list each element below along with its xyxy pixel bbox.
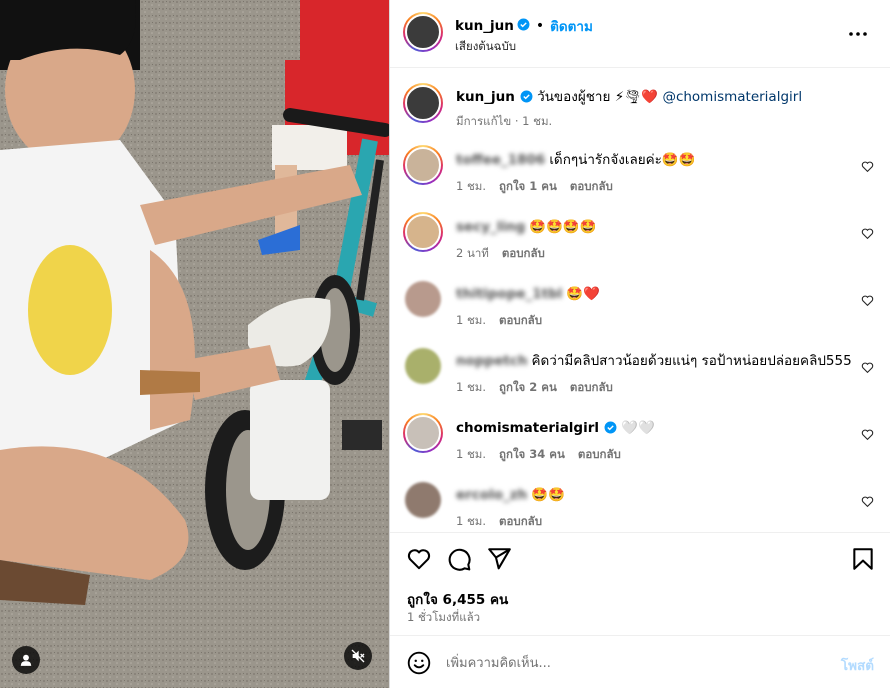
comment-body: 🤩❤️ <box>566 286 601 302</box>
comment-meta: 1 ชม. ตอบกลับ <box>456 312 542 330</box>
original-audio-link[interactable]: เสียงต้นฉบับ <box>455 38 516 56</box>
more-horizontal-icon[interactable] <box>846 22 870 46</box>
speaker-muted-icon[interactable] <box>344 642 372 670</box>
caption-row: kun_jun วันของผู้ชาย ⚡🌪❤️ @chomismateria… <box>390 83 890 138</box>
reply-button[interactable]: ตอบกลับ <box>499 312 542 330</box>
post-header: kun_jun • ติดตาม เสียงต้นฉบับ <box>390 0 890 68</box>
comment-body: 🤩🤩🤩🤩 <box>529 219 597 235</box>
comment-meta: 1 ชม. ถูกใจ 34 คน ตอบกลับ <box>456 446 621 464</box>
comment-likes-link[interactable]: ถูกใจ 34 คน <box>499 446 565 464</box>
author-avatar[interactable] <box>403 83 443 123</box>
commenter-avatar[interactable] <box>405 348 441 384</box>
post-timestamp: 1 ชั่วโมงที่แล้ว <box>407 610 481 624</box>
verified-badge-icon <box>604 421 617 439</box>
caption-meta: มีการแก้ไข · 1 ชม. <box>456 113 552 131</box>
comment-like-heart-icon[interactable] <box>861 493 874 508</box>
comment-likes-link[interactable]: ถูกใจ 1 คน <box>499 178 557 196</box>
author-line: kun_jun • ติดตาม <box>455 15 593 37</box>
comment-row: toffee_1806 เด็กๆน่ารักจังเลยค่ะ🤩🤩 1 ชม. … <box>390 145 890 203</box>
caption-username[interactable]: kun_jun <box>456 89 515 105</box>
heart-icon[interactable] <box>406 546 432 572</box>
comment-composer: โพสต์ <box>390 635 890 688</box>
comment-time: 2 นาที <box>456 246 489 260</box>
comment-meta: 1 ชม. ถูกใจ 1 คน ตอบกลับ <box>456 178 613 196</box>
separator-dot: • <box>535 18 545 34</box>
comment-like-heart-icon[interactable] <box>861 225 874 240</box>
comment-time: 1 ชม. <box>456 514 487 528</box>
follow-button[interactable]: ติดตาม <box>550 15 593 37</box>
comments-list[interactable]: kun_jun วันของผู้ชาย ⚡🌪❤️ @chomismateria… <box>390 69 890 532</box>
reply-button[interactable]: ตอบกลับ <box>570 178 613 196</box>
comment-text: noppetch คิดว่ามีคลิปสาวน้อยด้วยแน่ๆ รอป้… <box>456 352 852 370</box>
author-username[interactable]: kun_jun <box>455 18 514 34</box>
comment-like-heart-icon[interactable] <box>861 158 874 173</box>
caption-body: วันของผู้ชาย ⚡🌪❤️ <box>537 89 659 105</box>
commenter-avatar[interactable] <box>403 413 443 453</box>
comment-time: 1 ชม. <box>456 380 487 394</box>
comment-body: 🤩🤩 <box>531 487 565 503</box>
comment-row: ercolo_zh 🤩🤩 1 ชม. ตอบกลับ <box>390 480 890 532</box>
caption-edited-time: มีการแก้ไข · 1 ชม. <box>456 114 553 128</box>
verified-badge-icon <box>517 18 530 35</box>
commenter-username[interactable]: thitipope_1tbl <box>456 286 562 302</box>
commenter-username[interactable]: secy_ling <box>456 219 525 235</box>
author-avatar[interactable] <box>403 12 443 52</box>
comment-like-heart-icon[interactable] <box>861 292 874 307</box>
comment-row: secy_ling 🤩🤩🤩🤩 2 นาที ตอบกลับ <box>390 212 890 270</box>
comment-text: secy_ling 🤩🤩🤩🤩 <box>456 218 597 236</box>
comment-row: chomismaterialgirl 🤍🤍 1 ชม. ถูกใจ 34 คน … <box>390 413 890 471</box>
comment-icon[interactable] <box>446 546 472 572</box>
comment-time: 1 ชม. <box>456 313 487 327</box>
reply-button[interactable]: ตอบกลับ <box>502 245 545 263</box>
reply-button[interactable]: ตอบกลับ <box>578 446 621 464</box>
comment-meta: 1 ชม. ตอบกลับ <box>456 513 542 531</box>
likes-count[interactable]: ถูกใจ 6,455 คน <box>407 588 508 610</box>
comment-like-heart-icon[interactable] <box>861 359 874 374</box>
commenter-username[interactable]: toffee_1806 <box>456 152 545 168</box>
paper-plane-icon[interactable] <box>486 546 512 572</box>
comment-like-heart-icon[interactable] <box>861 426 874 441</box>
caption-mention-link[interactable]: @chomismaterialgirl <box>662 89 802 105</box>
user-tag-icon[interactable] <box>12 646 40 674</box>
post-comment-button[interactable]: โพสต์ <box>841 654 874 676</box>
comment-meta: 2 นาที ตอบกลับ <box>456 245 545 263</box>
bookmark-icon[interactable] <box>850 546 876 572</box>
commenter-username[interactable]: noppetch <box>456 353 527 369</box>
comment-time: 1 ชม. <box>456 447 487 461</box>
reply-button[interactable]: ตอบกลับ <box>499 513 542 531</box>
comment-text: ercolo_zh 🤩🤩 <box>456 486 565 504</box>
commenter-username[interactable]: ercolo_zh <box>456 487 527 503</box>
commenter-avatar[interactable] <box>405 281 441 317</box>
comment-text: toffee_1806 เด็กๆน่ารักจังเลยค่ะ🤩🤩 <box>456 151 696 169</box>
video-frame-illustration <box>0 0 389 688</box>
commenter-avatar[interactable] <box>403 212 443 252</box>
comment-row: noppetch คิดว่ามีคลิปสาวน้อยด้วยแน่ๆ รอป้… <box>390 346 890 404</box>
comment-body: คิดว่ามีคลิปสาวน้อยด้วยแน่ๆ รอป้าหน่อยปล… <box>531 353 852 369</box>
comment-text: chomismaterialgirl 🤍🤍 <box>456 419 655 439</box>
emoji-smile-icon[interactable] <box>406 650 432 676</box>
verified-badge-icon <box>520 90 533 108</box>
comment-likes-link[interactable]: ถูกใจ 2 คน <box>499 379 557 397</box>
comment-body: 🤍🤍 <box>621 420 655 436</box>
post-actions-bar: ถูกใจ 6,455 คน 1 ชั่วโมงที่แล้ว <box>390 532 890 635</box>
comment-time: 1 ชม. <box>456 179 487 193</box>
comment-body: เด็กๆน่ารักจังเลยค่ะ🤩🤩 <box>549 152 696 168</box>
comment-input[interactable] <box>446 651 816 675</box>
commenter-username[interactable]: chomismaterialgirl <box>456 420 599 436</box>
commenter-avatar[interactable] <box>405 482 441 518</box>
post-media-video[interactable] <box>0 0 389 688</box>
comment-row: thitipope_1tbl 🤩❤️ 1 ชม. ตอบกลับ <box>390 279 890 337</box>
reply-button[interactable]: ตอบกลับ <box>570 379 613 397</box>
commenter-avatar[interactable] <box>403 145 443 185</box>
caption-text: kun_jun วันของผู้ชาย ⚡🌪❤️ @chomismateria… <box>456 88 802 108</box>
post-side-panel: kun_jun • ติดตาม เสียงต้นฉบับ kun_jun วั… <box>389 0 890 688</box>
comment-meta: 1 ชม. ถูกใจ 2 คน ตอบกลับ <box>456 379 613 397</box>
comment-text: thitipope_1tbl 🤩❤️ <box>456 285 600 303</box>
